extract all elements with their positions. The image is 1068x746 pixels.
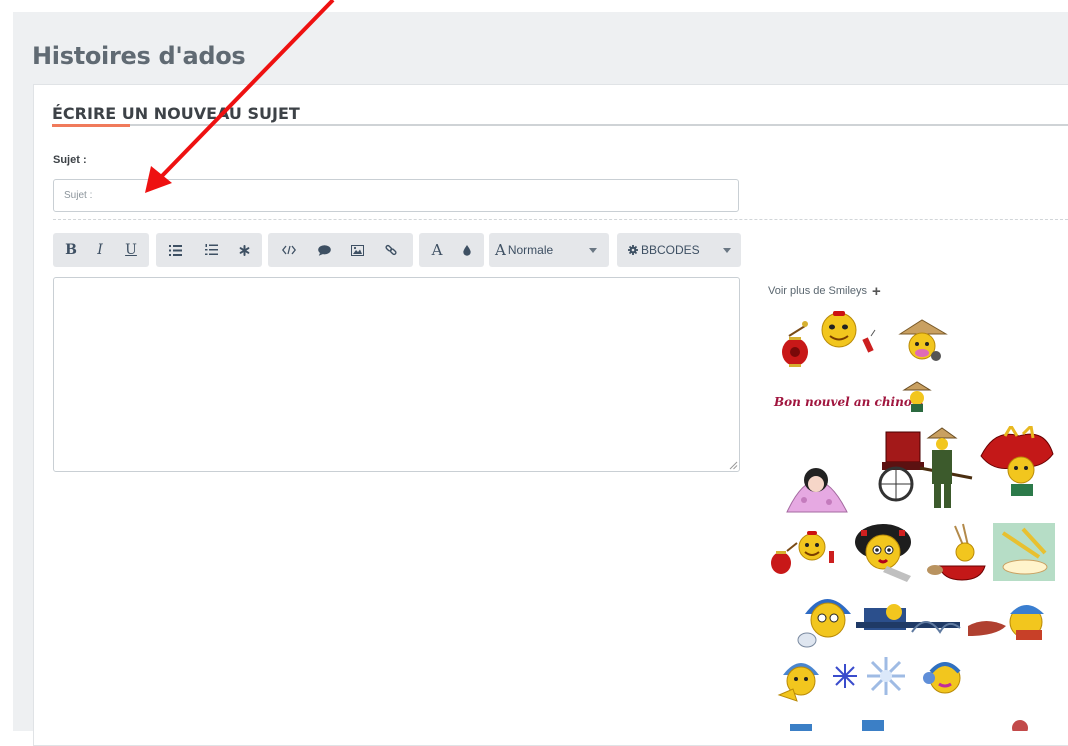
smiley-kimono[interactable] (779, 456, 853, 514)
smileys-row-partial (790, 720, 1028, 731)
italic-button[interactable]: I (86, 233, 114, 267)
snowflake-icon[interactable] (831, 662, 859, 690)
smiley-geisha[interactable] (849, 520, 919, 584)
plus-icon: + (872, 282, 881, 300)
smiley-coolie-hat[interactable] (898, 318, 950, 366)
bullet-list-button[interactable] (161, 233, 189, 267)
text-color-button[interactable]: A (423, 233, 451, 267)
snow-crystal-icon[interactable] (864, 655, 908, 697)
message-textarea[interactable] (53, 277, 740, 472)
smiley-sledge[interactable] (966, 596, 1060, 650)
font-size-caret[interactable] (583, 233, 603, 267)
gear-icon (628, 245, 638, 255)
chevron-down-icon (723, 247, 731, 253)
bbcodes-button[interactable]: BBCODES (628, 233, 722, 267)
smiley-noodles[interactable] (993, 523, 1055, 581)
smiley-lantern-small[interactable] (767, 527, 837, 577)
bold-button[interactable]: B (57, 233, 85, 267)
speech-bubble-icon (317, 244, 331, 256)
numbered-list-button[interactable] (197, 233, 225, 267)
background-color-button[interactable] (453, 233, 481, 267)
font-size-icon: A (495, 241, 506, 259)
link-icon (385, 244, 397, 256)
chevron-down-icon (589, 247, 597, 253)
subject-input[interactable] (53, 179, 739, 212)
bullet-list-icon (168, 244, 182, 256)
more-smileys-label: Voir plus de Smileys (768, 285, 868, 297)
bbcodes-caret[interactable] (717, 233, 737, 267)
asterisk-button[interactable] (230, 233, 258, 267)
bbcodes-label: BBCODES (641, 243, 700, 257)
asterisk-icon (239, 244, 249, 256)
smiley-earmuffs[interactable] (919, 654, 969, 704)
image-icon (350, 244, 364, 256)
numbered-list-icon (204, 244, 218, 255)
quote-button[interactable] (310, 233, 338, 267)
subject-label: Sujet : (53, 154, 87, 166)
greeting-text: Bon nouvel an chinois (773, 395, 923, 409)
smiley-cold[interactable] (773, 655, 827, 711)
code-icon (282, 245, 296, 255)
smiley-chopsticks-bowl[interactable] (925, 522, 991, 586)
font-size-selected[interactable]: A Normale (495, 233, 581, 267)
title-underline (52, 124, 1068, 126)
code-button[interactable] (275, 233, 303, 267)
divider (53, 219, 1068, 220)
title-accent-bar (52, 124, 130, 127)
page-title: Histoires d'ados (32, 42, 246, 70)
more-smileys-link[interactable]: Voir plus de Smileys + (768, 282, 881, 300)
font-size-value: Normale (507, 243, 554, 257)
section-title: ÉCRIRE UN NOUVEAU SUJET (52, 104, 300, 123)
smiley-snowplow[interactable] (856, 598, 962, 638)
smiley-lantern-firecracker[interactable] (777, 308, 887, 372)
smiley-greeting[interactable]: Bon nouvel an chinois (772, 378, 938, 414)
resize-handle-icon[interactable] (729, 461, 738, 470)
link-button[interactable] (377, 233, 405, 267)
underline-button[interactable]: U (117, 233, 145, 267)
smiley-rickshaw[interactable] (876, 426, 974, 512)
smiley-winter-hat[interactable] (797, 590, 857, 652)
smiley-dragon[interactable] (975, 426, 1057, 498)
image-button[interactable] (343, 233, 371, 267)
ink-drop-icon (463, 244, 471, 256)
